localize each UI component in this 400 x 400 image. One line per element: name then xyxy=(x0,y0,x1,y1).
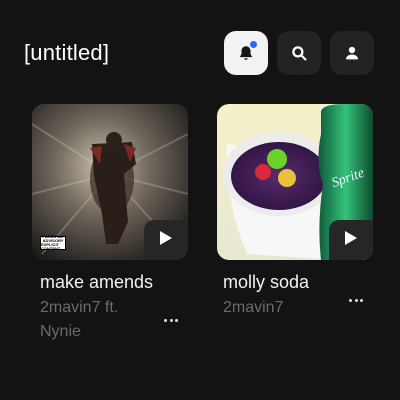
search-icon xyxy=(290,44,308,62)
play-icon xyxy=(159,230,173,251)
notification-dot xyxy=(250,41,257,48)
play-button[interactable] xyxy=(329,220,373,260)
notifications-button[interactable] xyxy=(224,31,268,75)
page-title: [untitled] xyxy=(24,40,110,65)
track-artist[interactable]: 2mavin7 xyxy=(223,296,343,320)
track-title[interactable]: make amends xyxy=(40,272,153,293)
more-options-button[interactable] xyxy=(344,292,368,308)
more-dot-icon xyxy=(349,298,353,302)
parental-advisory-label: PARENTAL ADVISORY EXPLICIT CONTENT xyxy=(40,235,66,251)
user-icon xyxy=(343,44,361,62)
album-art: Sprite xyxy=(217,104,373,260)
more-options-button[interactable] xyxy=(159,312,183,328)
play-icon xyxy=(344,230,358,251)
more-dot-icon xyxy=(164,318,168,322)
track-card[interactable]: PARENTAL ADVISORY EXPLICIT CONTENT xyxy=(32,104,188,260)
track-card[interactable]: Sprite xyxy=(217,104,373,260)
search-button[interactable] xyxy=(277,31,321,75)
profile-button[interactable] xyxy=(330,31,374,75)
track-title[interactable]: molly soda xyxy=(223,272,309,293)
track-artist[interactable]: 2mavin7 ft. Nynie xyxy=(40,296,160,344)
play-button[interactable] xyxy=(144,220,188,260)
album-art: PARENTAL ADVISORY EXPLICIT CONTENT xyxy=(32,104,188,260)
